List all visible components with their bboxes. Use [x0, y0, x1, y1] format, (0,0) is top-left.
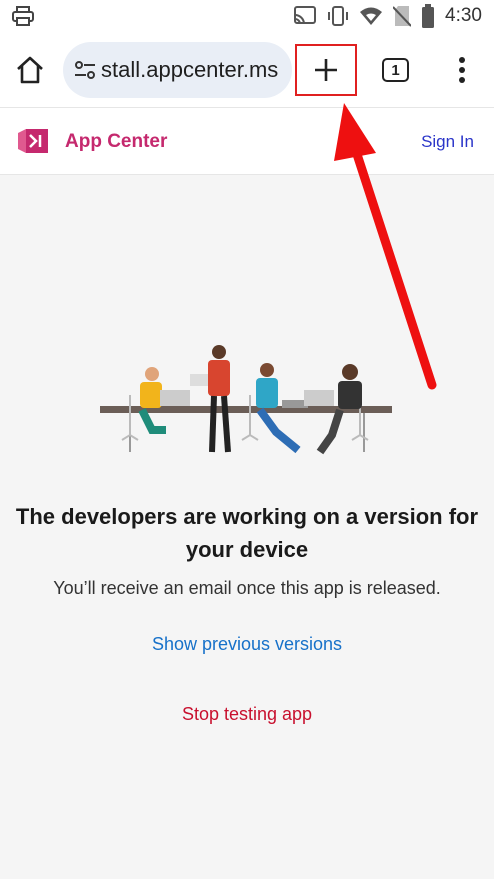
no-sim-icon [393, 6, 412, 27]
cast-icon [294, 6, 317, 25]
plus-icon [315, 59, 337, 81]
site-settings-icon[interactable] [73, 58, 97, 82]
print-icon [12, 6, 34, 26]
app-title[interactable]: App Center [65, 131, 167, 153]
status-time: 4:30 [445, 5, 482, 26]
battery-icon [422, 4, 435, 28]
release-notice: You’ll receive an email once this app is… [53, 578, 441, 598]
page-headline: The developers are working on a version … [15, 504, 479, 562]
url-text[interactable]: stall.appcenter.ms [101, 57, 278, 83]
wifi-icon [360, 7, 383, 25]
vibrate-icon [328, 6, 349, 26]
annotation-arrow [334, 103, 437, 390]
show-previous-versions-link[interactable]: Show previous versions [0, 634, 494, 655]
status-bar: 4:30 [0, 0, 494, 32]
address-bar[interactable]: stall.appcenter.ms [63, 42, 292, 98]
new-tab-button[interactable] [295, 44, 357, 96]
tab-switcher-button[interactable]: 1 [382, 58, 409, 82]
home-icon[interactable] [14, 54, 46, 86]
more-options-icon[interactable] [450, 54, 474, 86]
stop-testing-link[interactable]: Stop testing app [0, 704, 494, 725]
app-center-logo[interactable] [16, 125, 50, 157]
status-icons: 4:30 [293, 3, 482, 29]
